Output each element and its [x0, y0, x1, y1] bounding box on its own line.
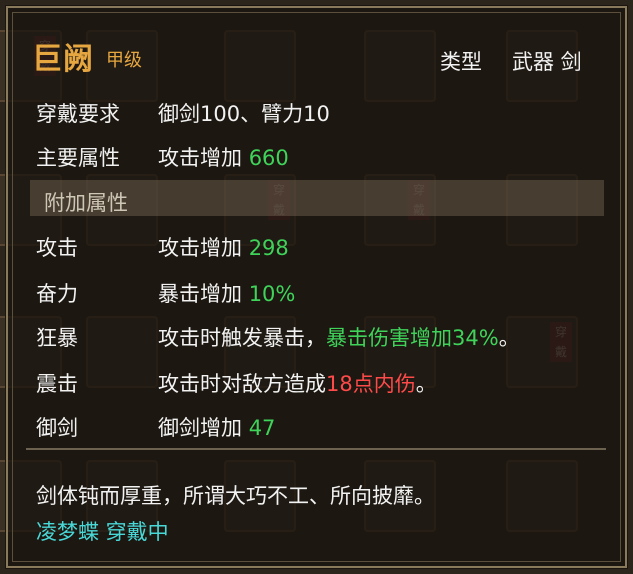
special-attribute-zhenji: 震击 攻击时对敌方造成18点内伤。	[36, 364, 596, 398]
main-attribute-value: 攻击增加 660	[158, 142, 289, 172]
special-attribute-prefix: 攻击时对敌方造成	[158, 372, 326, 396]
equipped-status: 凌梦蝶 穿戴中	[36, 520, 169, 544]
special-attribute-text: 御剑增加	[158, 416, 242, 440]
item-name: 巨阙	[32, 42, 94, 77]
requirement-row: 穿戴要求 御剑100、臂力10	[36, 94, 596, 128]
special-attribute-value: 御剑增加 47	[158, 412, 275, 442]
requirement-label: 穿戴要求	[36, 102, 120, 126]
bonus-section-label: 附加属性	[44, 191, 128, 215]
bonus-attribute-row: 奋力 暴击增加 10%	[36, 274, 596, 308]
item-type-value: 武器 剑	[512, 50, 582, 74]
bonus-attribute-text: 攻击增加	[158, 236, 242, 260]
special-attribute-label: 狂暴	[36, 326, 78, 350]
item-grade: 甲级	[106, 50, 142, 71]
bonus-attribute-label: 攻击	[36, 236, 78, 260]
special-attribute-highlight: 18点内伤	[326, 372, 416, 396]
bonus-attribute-number: 298	[248, 236, 289, 260]
special-attribute-suffix: 。	[415, 372, 437, 396]
item-description: 剑体钝而厚重，所谓大巧不工、所向披靡。	[36, 484, 435, 508]
special-attribute-yujian: 御剑 御剑增加 47	[36, 408, 596, 442]
item-type-label: 类型	[440, 50, 482, 74]
special-attribute-value: 攻击时触发暴击，暴击伤害增加34%。	[158, 322, 520, 352]
special-attribute-suffix: 。	[498, 326, 520, 350]
tooltip-divider	[26, 448, 606, 450]
bonus-section-header: 附加属性	[30, 180, 604, 216]
special-attribute-value: 攻击时对敌方造成18点内伤。	[158, 368, 437, 398]
special-attribute-prefix: 攻击时触发暴击，	[158, 326, 326, 350]
bonus-attribute-row: 攻击 攻击增加 298	[36, 228, 596, 262]
bonus-attribute-number: 10%	[248, 282, 296, 306]
bonus-attribute-label: 奋力	[36, 282, 78, 306]
special-attribute-label: 御剑	[36, 416, 78, 440]
main-attribute-number: 660	[248, 146, 289, 170]
special-attribute-highlight: 暴击伤害增加34%	[326, 326, 499, 350]
bonus-attribute-value: 攻击增加 298	[158, 232, 289, 262]
bonus-attribute-value: 暴击增加 10%	[158, 278, 295, 308]
special-attribute-number: 47	[248, 416, 276, 440]
special-attribute-kuangbao: 狂暴 攻击时触发暴击，暴击伤害增加34%。	[36, 318, 596, 352]
bonus-attribute-text: 暴击增加	[158, 282, 242, 306]
main-attribute-text: 攻击增加	[158, 146, 242, 170]
requirement-value: 御剑100、臂力10	[158, 102, 330, 126]
main-attribute-row: 主要属性 攻击增加 660	[36, 138, 596, 172]
special-attribute-label: 震击	[36, 372, 78, 396]
main-attribute-label: 主要属性	[36, 146, 120, 170]
